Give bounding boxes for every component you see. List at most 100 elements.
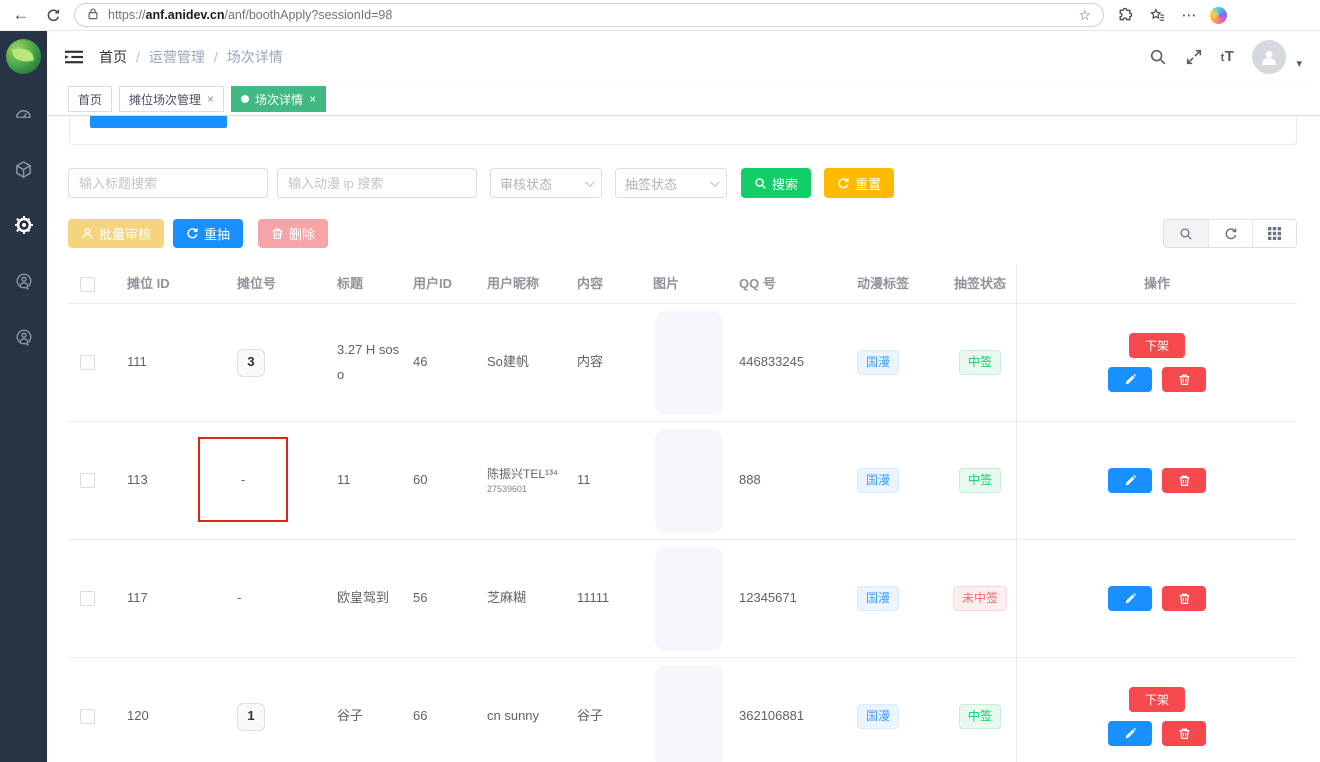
url-text: https://anf.anidev.cn/anf/boothApply?ses… <box>108 8 392 22</box>
booth-number-badge: 3 <box>237 349 265 377</box>
row-checkbox[interactable] <box>80 591 95 606</box>
page-content: 审核状态 抽签状态 搜索 重置 批量审核 <box>47 116 1320 762</box>
table-toolbar <box>1163 219 1297 248</box>
cell-booth-no: - <box>224 540 324 657</box>
table-row: 117 - 欧皇驾到 56 芝麻糊 11111 12345671 国漫 未中签 <box>68 540 1297 658</box>
browser-menu-icon[interactable]: ⋯ <box>1178 4 1200 26</box>
cell-title: 谷子 <box>324 658 400 762</box>
user-icon <box>81 227 94 240</box>
trash-icon <box>271 227 284 240</box>
col-tag: 动漫标签 <box>844 265 944 303</box>
booth-image-placeholder <box>655 429 723 533</box>
edit-button[interactable] <box>1108 721 1152 746</box>
cell-booth-id: 117 <box>114 540 224 657</box>
reset-icon <box>837 177 850 190</box>
breadcrumb-home[interactable]: 首页 <box>99 47 127 67</box>
active-tab-dot <box>241 95 249 103</box>
favorite-star-icon[interactable]: ☆ <box>1078 7 1091 24</box>
draw-status-badge: 中签 <box>959 704 1001 729</box>
col-title: 标题 <box>324 265 400 303</box>
row-checkbox[interactable] <box>80 709 95 724</box>
extensions-icon[interactable] <box>1114 4 1136 26</box>
batch-action-row: 批量审核 重抽 删除 <box>68 219 1297 248</box>
audit-status-select[interactable]: 审核状态 <box>490 168 602 198</box>
search-icon <box>754 177 767 190</box>
batch-delete-button[interactable]: 删除 <box>258 219 328 248</box>
cutoff-blue-button[interactable] <box>90 116 227 128</box>
col-booth-id: 摊位 ID <box>114 265 224 303</box>
tab-booth-manage[interactable]: 摊位场次管理× <box>119 86 224 112</box>
booth-image-placeholder <box>655 311 723 415</box>
cell-content: 谷子 <box>564 658 640 762</box>
row-checkbox[interactable] <box>80 355 95 370</box>
chevron-down-icon <box>585 177 595 187</box>
avatar-caret-icon[interactable]: ▾ <box>1296 57 1302 70</box>
col-qq: QQ 号 <box>726 265 844 303</box>
delete-button[interactable] <box>1162 721 1206 746</box>
sidebar-item-settings-icon[interactable] <box>0 213 47 237</box>
table-search-toggle-icon[interactable] <box>1164 220 1208 247</box>
chevron-down-icon <box>710 177 720 187</box>
cell-title: 欧皇驾到 <box>324 540 400 657</box>
delete-button[interactable] <box>1162 468 1206 493</box>
col-draw-status: 抽签状态 <box>944 265 1016 303</box>
tab-home[interactable]: 首页 <box>68 86 112 112</box>
draw-status-select[interactable]: 抽签状态 <box>615 168 727 198</box>
sidebar-item-user-manage-icon[interactable] <box>0 325 47 349</box>
header-search-icon[interactable] <box>1149 48 1167 66</box>
collapse-sidebar-icon[interactable] <box>65 49 83 65</box>
offshelf-button[interactable]: 下架 <box>1129 687 1185 712</box>
breadcrumb-section[interactable]: 运营管理 <box>149 47 205 67</box>
avatar[interactable] <box>1252 40 1286 74</box>
cell-nickname: So建帆 <box>474 304 564 421</box>
tab-session-detail[interactable]: 场次详情× <box>231 86 326 112</box>
col-booth-no: 摊位号 <box>224 265 324 303</box>
edit-button[interactable] <box>1108 586 1152 611</box>
tab-close-icon[interactable]: × <box>207 92 214 106</box>
fullscreen-icon[interactable] <box>1185 48 1203 66</box>
address-bar[interactable]: https://anf.anidev.cn/anf/boothApply?ses… <box>74 3 1104 27</box>
cell-content: 11 <box>564 422 640 539</box>
font-size-icon[interactable]: tT <box>1221 48 1235 65</box>
cell-title: 11 <box>324 422 400 539</box>
header-actions: tT ▾ <box>1149 40 1302 74</box>
cell-content: 11111 <box>564 540 640 657</box>
cell-nickname: cn sunny <box>474 658 564 762</box>
favorites-bar-icon[interactable] <box>1146 4 1168 26</box>
reset-button[interactable]: 重置 <box>824 168 894 198</box>
search-button[interactable]: 搜索 <box>741 168 811 198</box>
booth-number-text: - <box>241 472 245 487</box>
delete-button[interactable] <box>1162 586 1206 611</box>
anime-ip-search-input[interactable] <box>277 168 477 198</box>
batch-audit-button[interactable]: 批量审核 <box>68 219 164 248</box>
offshelf-button[interactable]: 下架 <box>1129 333 1185 358</box>
breadcrumb-separator: / <box>136 49 140 65</box>
reload-icon[interactable] <box>42 4 64 26</box>
cell-nickname: 芝麻糊 <box>474 540 564 657</box>
sidebar-item-booth-icon[interactable] <box>0 157 47 181</box>
row-checkbox[interactable] <box>80 473 95 488</box>
sidebar-item-dashboard-icon[interactable] <box>0 102 47 126</box>
back-icon[interactable]: ← <box>10 4 32 26</box>
select-all-checkbox[interactable] <box>80 277 95 292</box>
cell-booth-id: 111 <box>114 304 224 421</box>
tab-close-icon[interactable]: × <box>309 92 316 106</box>
anime-tag: 国漫 <box>857 350 899 375</box>
edit-button[interactable] <box>1108 468 1152 493</box>
redraw-button[interactable]: 重抽 <box>173 219 243 248</box>
edit-button[interactable] <box>1108 367 1152 392</box>
delete-button[interactable] <box>1162 367 1206 392</box>
table-row: - 113 11 60 陈振兴TEL¹³⁴27539601 11 888 国漫 … <box>68 422 1297 540</box>
cell-qq: 362106881 <box>726 658 844 762</box>
table-columns-grid-icon[interactable] <box>1252 220 1296 247</box>
url-host: anf.anidev.cn <box>146 8 225 22</box>
cell-user-id: 46 <box>400 304 474 421</box>
booth-number-badge: 1 <box>237 703 265 731</box>
sidebar-item-operation-icon[interactable] <box>0 269 47 293</box>
table-refresh-icon[interactable] <box>1208 220 1252 247</box>
title-search-input[interactable] <box>68 168 268 198</box>
draw-status-badge: 中签 <box>959 350 1001 375</box>
trash-icon <box>1178 474 1191 487</box>
copilot-icon[interactable] <box>1210 7 1227 24</box>
draw-status-badge: 未中签 <box>953 586 1007 611</box>
